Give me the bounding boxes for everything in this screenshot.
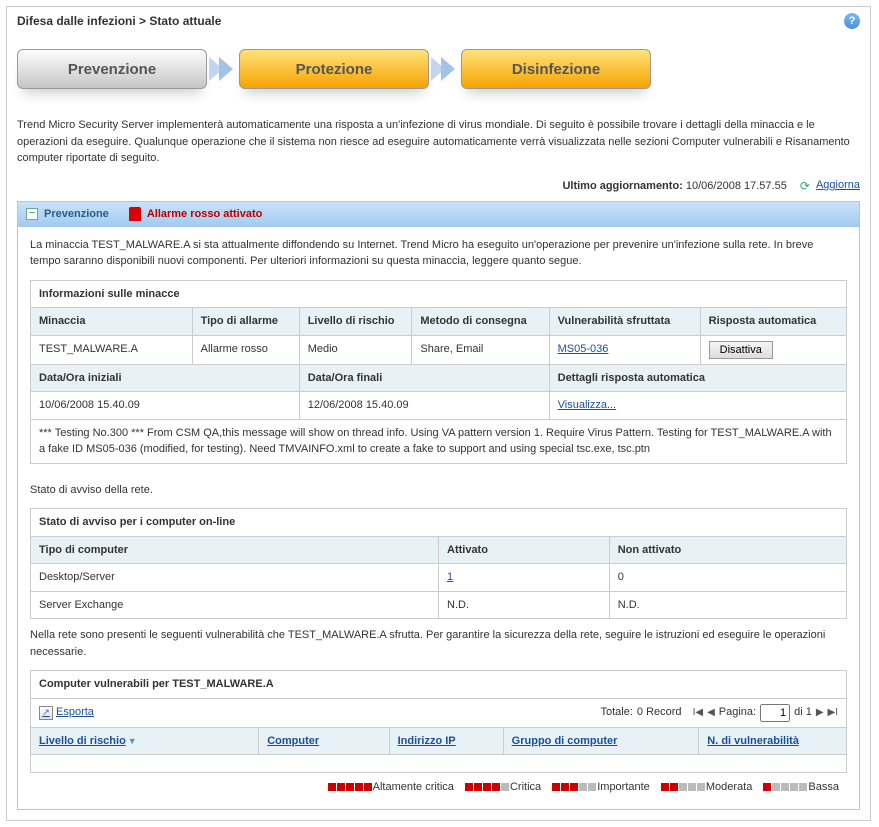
col-attivato: Attivato — [439, 536, 610, 564]
visualizza-link[interactable]: Visualizza... — [558, 399, 617, 411]
table-title: Computer vulnerabili per TEST_MALWARE.A — [31, 671, 847, 699]
total-value: 0 Record — [637, 704, 682, 721]
vuln-computers-table: Computer vulnerabili per TEST_MALWARE.A — [30, 670, 847, 699]
col-tipo-computer: Tipo di computer — [31, 536, 439, 564]
col-tipo-allarme: Tipo di allarme — [192, 308, 299, 336]
disattiva-button[interactable]: Disattiva — [709, 341, 773, 359]
cell: 0 — [609, 564, 846, 592]
cell-data-iniziali: 10/06/2008 15.40.09 — [31, 392, 300, 420]
col-metodo-consegna: Metodo di consegna — [412, 308, 549, 336]
cell-metodo: Share, Email — [412, 335, 549, 364]
intro-text: Trend Micro Security Server implementerà… — [7, 117, 870, 175]
refresh-link[interactable]: Aggiorna — [816, 179, 860, 191]
step-protezione[interactable]: Protezione — [239, 49, 429, 89]
empty-table-row — [30, 755, 847, 773]
threat-note: *** Testing No.300 *** From CSM QA,this … — [31, 419, 847, 463]
cell: Desktop/Server — [31, 564, 439, 592]
chevron-icon — [213, 57, 233, 81]
table-title: Stato di avviso per i computer on-line — [31, 509, 847, 537]
help-icon[interactable]: ? — [844, 13, 860, 29]
pager-last-icon[interactable]: ▶I — [828, 705, 838, 720]
page-of: di 1 — [794, 704, 812, 721]
severity-legend: Altamente critica Critica Importante Mod… — [30, 773, 847, 799]
cell: Server Exchange — [31, 591, 439, 619]
sort-computer[interactable]: Computer — [267, 735, 319, 747]
col-risposta: Risposta automatica — [700, 308, 846, 336]
total-label: Totale: — [600, 704, 632, 721]
cell: N.D. — [609, 591, 846, 619]
panel-description: La minaccia TEST_MALWARE.A si sta attual… — [30, 237, 847, 270]
collapse-icon[interactable]: − — [26, 208, 38, 220]
page-label: Pagina: — [719, 704, 756, 721]
alarm-label: Allarme rosso attivato — [147, 208, 263, 220]
pager: Totale: 0 Record I◀ ◀ Pagina: di 1 ▶ ▶I — [600, 704, 838, 722]
sort-indirizzo-ip[interactable]: Indirizzo IP — [398, 735, 456, 747]
step-disinfezione[interactable]: Disinfezione — [461, 49, 651, 89]
activated-count-link[interactable]: 1 — [447, 571, 453, 583]
pager-first-icon[interactable]: I◀ — [693, 705, 703, 720]
cell: N.D. — [439, 591, 610, 619]
last-update-label: Ultimo aggiornamento: — [562, 179, 682, 191]
threat-info-table: Informazioni sulle minacce Minaccia Tipo… — [30, 280, 847, 464]
export-icon: ↗ — [39, 706, 53, 720]
cell-minaccia: TEST_MALWARE.A — [31, 335, 193, 364]
col-non-attivato: Non attivato — [609, 536, 846, 564]
page-input[interactable] — [760, 704, 790, 722]
net-status-table: Stato di avviso per i computer on-line T… — [30, 508, 847, 619]
sort-gruppo[interactable]: Gruppo di computer — [512, 735, 618, 747]
table-title: Informazioni sulle minacce — [31, 280, 847, 308]
cell-data-finali: 12/06/2008 15.40.09 — [299, 392, 549, 420]
alarm-icon — [129, 207, 141, 221]
net-status-label: Stato di avviso della rete. — [30, 482, 847, 499]
step-prevenzione[interactable]: Prevenzione — [17, 49, 207, 89]
chevron-icon — [435, 57, 455, 81]
col-dettagli: Dettagli risposta automatica — [549, 364, 846, 392]
prevenzione-panel: − Prevenzione Allarme rosso attivato La … — [17, 201, 860, 810]
col-vulnerabilita: Vulnerabilità sfruttata — [549, 308, 700, 336]
pager-prev-icon[interactable]: ◀ — [707, 705, 715, 720]
export-link[interactable]: ↗ Esporta — [39, 704, 94, 721]
col-data-iniziali: Data/Ora iniziali — [31, 364, 300, 392]
breadcrumb: Difesa dalle infezioni > Stato attuale — [17, 14, 221, 28]
sort-n-vuln[interactable]: N. di vulnerabilità — [707, 735, 799, 747]
col-data-finali: Data/Ora finali — [299, 364, 549, 392]
vuln-note: Nella rete sono presenti le seguenti vul… — [30, 627, 847, 660]
col-livello-rischio: Livello di rischio — [299, 308, 412, 336]
workflow-steps: Prevenzione Protezione Disinfezione — [7, 35, 870, 117]
cell-tipo-allarme: Allarme rosso — [192, 335, 299, 364]
refresh-icon[interactable]: ⟳ — [796, 179, 810, 193]
sort-livello-rischio[interactable]: Livello di rischio — [39, 735, 126, 747]
last-update-value: 10/06/2008 17.57.55 — [686, 179, 787, 191]
vuln-link[interactable]: MS05-036 — [558, 343, 609, 355]
panel-title: Prevenzione — [44, 208, 109, 220]
sort-indicator-icon: ▼ — [128, 736, 137, 746]
col-minaccia: Minaccia — [31, 308, 193, 336]
cell-livello: Medio — [299, 335, 412, 364]
pager-next-icon[interactable]: ▶ — [816, 705, 824, 720]
